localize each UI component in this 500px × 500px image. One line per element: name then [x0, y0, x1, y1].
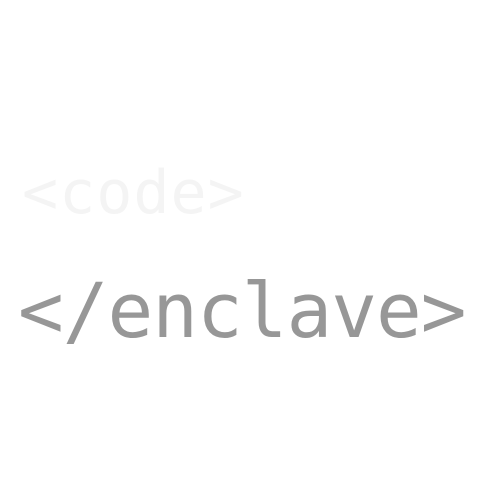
enclave-logo: <code> </enclave> — [0, 0, 500, 500]
logo-enclave-closing-tag: </enclave> — [18, 266, 467, 355]
logo-faint-code-tag: <code> — [22, 158, 245, 228]
